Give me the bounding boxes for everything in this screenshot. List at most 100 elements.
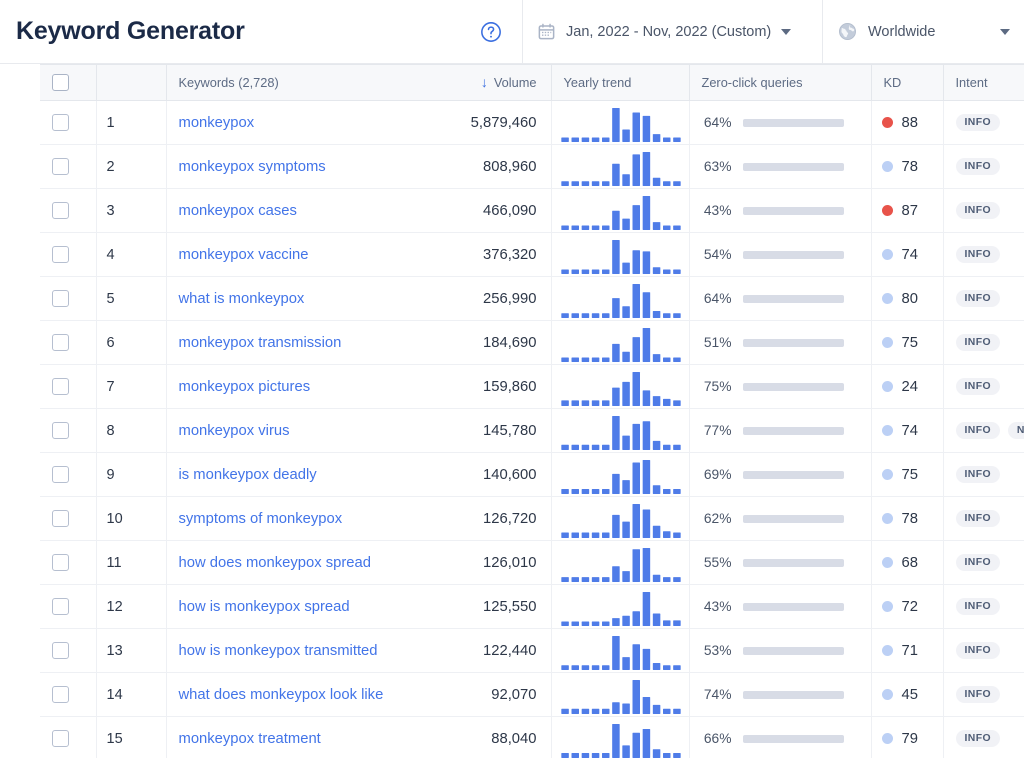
keyword-link[interactable]: monkeypox symptoms [179,159,326,175]
row-checkbox[interactable] [52,334,69,351]
row-checkbox-cell[interactable] [40,628,96,673]
select-all-header[interactable] [40,64,96,101]
table-row[interactable]: 12 how is monkeypox spread 125,550 43% 72 INF… [0,584,1024,629]
intent-badge[interactable]: INFO [955,289,1000,308]
keyword-link[interactable]: monkeypox transmission [179,335,342,351]
row-checkbox[interactable] [52,202,69,219]
help-button[interactable] [460,0,522,63]
keyword-cell[interactable]: what is monkeypox [165,276,444,321]
row-checkbox-cell[interactable] [40,496,96,541]
row-checkbox-cell[interactable] [40,188,96,233]
row-checkbox[interactable] [52,686,69,703]
volume-header[interactable]: ↓ Volume [444,64,551,101]
intent-badge[interactable]: INFO [955,245,1000,264]
keyword-link[interactable]: monkeypox vaccine [179,247,309,263]
row-checkbox[interactable] [52,290,69,307]
table-row[interactable]: 15 monkeypox treatment 88,040 66% 79 INFO [0,716,1024,758]
row-checkbox-cell[interactable] [40,584,96,629]
table-row[interactable]: 14 what does monkeypox look like 92,070 74%… [0,672,1024,717]
table-row[interactable]: 6 monkeypox transmission 184,690 51% 75 INFO [0,320,1024,365]
kd-header[interactable]: KD [870,64,943,101]
location-selector[interactable]: Worldwide [822,0,1024,63]
keyword-cell[interactable]: how does monkeypox spread [165,540,444,585]
row-checkbox-cell[interactable] [40,408,96,453]
row-checkbox-cell[interactable] [40,540,96,585]
keyword-link[interactable]: monkeypox cases [179,203,297,219]
table-row[interactable]: 5 what is monkeypox 256,990 64% 80 INFO [0,276,1024,321]
keyword-link[interactable]: monkeypox virus [179,423,290,439]
intent-badge[interactable]: INFO [955,685,1000,704]
table-row[interactable]: 4 monkeypox vaccine 376,320 54% 74 INFO [0,232,1024,277]
intent-badge[interactable]: INFO [955,157,1000,176]
keyword-link[interactable]: symptoms of monkeypox [179,511,343,527]
row-checkbox-cell[interactable] [40,320,96,365]
intent-badge[interactable]: INFO [955,201,1000,220]
row-checkbox-cell[interactable] [40,716,96,758]
intent-badge[interactable]: INFO [955,421,1000,440]
row-checkbox[interactable] [52,158,69,175]
keyword-link[interactable]: how is monkeypox transmitted [179,643,378,659]
keyword-cell[interactable]: monkeypox pictures [165,364,444,409]
keyword-link[interactable]: what does monkeypox look like [179,687,384,703]
intent-header[interactable]: Intent [942,64,1024,101]
keyword-cell[interactable]: monkeypox treatment [165,716,444,758]
keyword-cell[interactable]: what does monkeypox look like [165,672,444,717]
row-checkbox[interactable] [52,510,69,527]
intent-badge[interactable]: INFO [955,377,1000,396]
row-checkbox-cell[interactable] [40,364,96,409]
keyword-cell[interactable]: monkeypox transmission [165,320,444,365]
row-checkbox-cell[interactable] [40,452,96,497]
row-checkbox[interactable] [52,730,69,747]
table-row[interactable]: 13 how is monkeypox transmitted 122,440 53%… [0,628,1024,673]
intent-badge[interactable]: INFO [955,333,1000,352]
zero-click-header[interactable]: Zero-click queries [688,64,871,101]
table-row[interactable]: 11 how does monkeypox spread 126,010 55% 68 I… [0,540,1024,585]
keyword-cell[interactable]: monkeypox vaccine [165,232,444,277]
row-checkbox[interactable] [52,554,69,571]
row-checkbox-cell[interactable] [40,276,96,321]
table-row[interactable]: 7 monkeypox pictures 159,860 75% 24 INFO [0,364,1024,409]
row-checkbox-cell[interactable] [40,144,96,189]
row-checkbox-cell[interactable] [40,100,96,145]
table-row[interactable]: 1 monkeypox 5,879,460 64% 88 INFO [0,100,1024,145]
keyword-cell[interactable]: how is monkeypox spread [165,584,444,629]
table-row[interactable]: 3 monkeypox cases 466,090 43% 87 INFO [0,188,1024,233]
table-row[interactable]: 10 symptoms of monkeypox 126,720 62% 78 INFO [0,496,1024,541]
keyword-cell[interactable]: monkeypox [165,100,444,145]
intent-badge[interactable]: INFO [955,113,1000,132]
keyword-cell[interactable]: symptoms of monkeypox [165,496,444,541]
keyword-cell[interactable]: monkeypox cases [165,188,444,233]
keyword-link[interactable]: how is monkeypox spread [179,599,350,615]
table-row[interactable]: 9 is monkeypox deadly 140,600 69% 75 INFO [0,452,1024,497]
keyword-link[interactable]: how does monkeypox spread [179,555,371,571]
select-all-checkbox[interactable] [52,74,69,91]
row-checkbox[interactable] [52,114,69,131]
keyword-link[interactable]: monkeypox treatment [179,731,321,747]
keyword-cell[interactable]: is monkeypox deadly [165,452,444,497]
table-row[interactable]: 2 monkeypox symptoms 808,960 63% 78 INFO [0,144,1024,189]
keywords-header[interactable]: Keywords (2,728) [165,64,444,101]
intent-badge[interactable]: INFO [955,553,1000,572]
keyword-link[interactable]: is monkeypox deadly [179,467,317,483]
intent-badge[interactable]: INFO [955,509,1000,528]
row-checkbox-cell[interactable] [40,232,96,277]
keyword-cell[interactable]: monkeypox virus [165,408,444,453]
row-checkbox-cell[interactable] [40,672,96,717]
keyword-link[interactable]: what is monkeypox [179,291,305,307]
table-row[interactable]: 8 monkeypox virus 145,780 77% 74 INFO NAV [0,408,1024,453]
keyword-link[interactable]: monkeypox [179,115,255,131]
intent-badge[interactable]: NAV [1007,421,1024,440]
row-checkbox[interactable] [52,642,69,659]
row-checkbox[interactable] [52,598,69,615]
row-checkbox[interactable] [52,466,69,483]
intent-badge[interactable]: INFO [955,465,1000,484]
keyword-cell[interactable]: monkeypox symptoms [165,144,444,189]
row-checkbox[interactable] [52,422,69,439]
intent-badge[interactable]: INFO [955,597,1000,616]
intent-badge[interactable]: INFO [955,641,1000,660]
date-range-selector[interactable]: Jan, 2022 - Nov, 2022 (Custom) [522,0,822,63]
row-checkbox[interactable] [52,378,69,395]
row-checkbox[interactable] [52,246,69,263]
intent-badge[interactable]: INFO [955,729,1000,748]
keyword-cell[interactable]: how is monkeypox transmitted [165,628,444,673]
